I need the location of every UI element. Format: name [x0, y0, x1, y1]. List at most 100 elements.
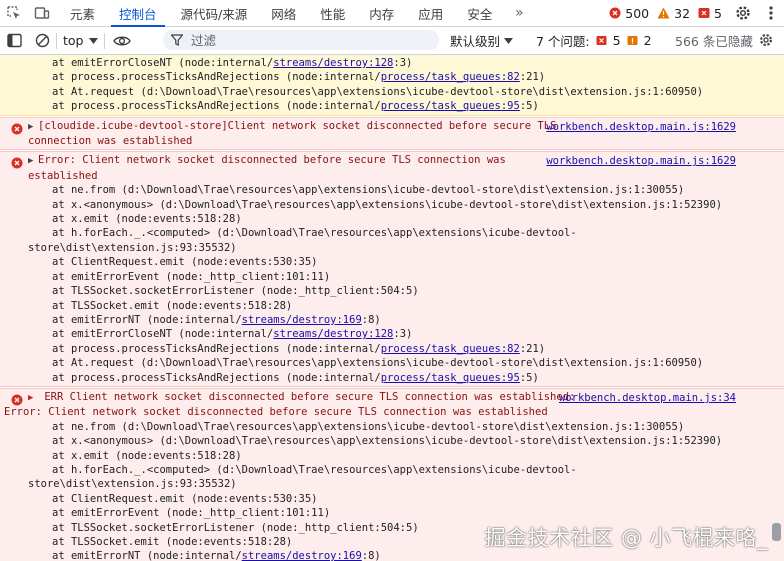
- watermark: 掘金技术社区 @ 小飞棍来咯_: [484, 525, 768, 550]
- stack-frame: at emitErrorCloseNT (node:internal/strea…: [28, 327, 728, 341]
- stack-frame-link[interactable]: process/task_queues:95: [381, 372, 520, 384]
- stack-frame: at h.forEach._.<computed> (d:\Download\T…: [28, 463, 728, 477]
- stack-frame-text: at emitErrorEvent (node:_http_client:101…: [52, 270, 331, 283]
- message-line: Error: Client network socket disconnecte…: [4, 406, 548, 419]
- expand-triangle-icon[interactable]: ▶: [28, 391, 38, 405]
- tab-6[interactable]: 应用: [406, 0, 455, 26]
- console-output[interactable]: at emitErrorCloseNT (node:internal/strea…: [0, 55, 784, 561]
- stack-frame-link[interactable]: streams/destroy:169: [242, 550, 362, 561]
- expand-triangle-icon[interactable]: ▶: [28, 120, 38, 134]
- message-line: established: [28, 169, 98, 182]
- stack-frame-text: at TLSSocket.socketErrorListener (node:_…: [52, 285, 419, 298]
- warnings-count: 32: [674, 5, 691, 21]
- stack-frame-suffix: :21): [519, 342, 546, 355]
- issues-errors-count: 5: [612, 33, 621, 48]
- error-icon: [609, 7, 621, 19]
- tab-2[interactable]: 源代码/来源: [169, 0, 260, 26]
- stack-frame: at x.<anonymous> (d:\Download\Trae\resou…: [28, 434, 728, 448]
- stack-frame-text: store\dist\extension.js:93:35532): [28, 478, 237, 491]
- source-link[interactable]: workbench.desktop.main.js:1629: [546, 154, 736, 168]
- stack-frame-text: at ClientRequest.emit (node:events:530:3…: [52, 492, 318, 505]
- issues-button[interactable]: 7 个问题: 5 2: [536, 27, 652, 54]
- message-line: connection was established: [28, 135, 193, 148]
- expand-triangle-icon[interactable]: ▶: [28, 154, 38, 168]
- devtools-tab-bar: 元素 控制台 源代码/来源 网络 性能 内存 应用 安全 » 500 32 5: [0, 0, 784, 27]
- console-settings-gear-icon[interactable]: [758, 32, 774, 51]
- stack-frame-text: at x.<anonymous> (d:\Download\Trae\resou…: [52, 198, 723, 211]
- issue-error-icon: [596, 36, 607, 45]
- stack-frame-link[interactable]: streams/destroy:169: [242, 314, 362, 326]
- stack-frame-text: at TLSSocket.emit (node:events:518:28): [52, 299, 293, 312]
- issue-warning-icon: [627, 36, 638, 45]
- clear-console-icon[interactable]: [28, 27, 56, 54]
- stack-frame-link[interactable]: process/task_queues:82: [381, 71, 520, 83]
- chevron-down-icon: [89, 37, 99, 44]
- stack-frame: at ClientRequest.emit (node:events:530:3…: [28, 492, 728, 506]
- scrollbar-thumb[interactable]: [772, 523, 781, 541]
- stack-frame: store\dist\extension.js:93:35532): [28, 241, 728, 255]
- stack-frame-suffix: :21): [519, 71, 546, 84]
- console-error-message[interactable]: workbench.desktop.main.js:1629 ▶ Error: C…: [0, 151, 784, 387]
- stack-frame-text: at At.request (d:\Download\Trae\resource…: [52, 357, 704, 370]
- source-link[interactable]: workbench.desktop.main.js:1629: [546, 120, 736, 134]
- stack-frame: at emitErrorNT (node:internal/streams/de…: [28, 313, 728, 327]
- stack-frame-link[interactable]: process/task_queues:82: [381, 343, 520, 355]
- stack-frame: at process.processTicksAndRejections (no…: [28, 70, 728, 84]
- source-link[interactable]: workbench.desktop.main.js:34: [559, 391, 736, 405]
- stack-frame: at At.request (d:\Download\Trae\resource…: [28, 356, 728, 370]
- chevron-down-icon: [504, 37, 514, 44]
- stack-frame: at emitErrorEvent (node:_http_client:101…: [28, 270, 728, 284]
- stack-frame: at process.processTicksAndRejections (no…: [28, 342, 728, 356]
- console-error-message[interactable]: workbench.desktop.main.js:1629 ▶ [cloudid…: [0, 116, 784, 151]
- filter-icon: [171, 34, 183, 46]
- stack-frame: at process.processTicksAndRejections (no…: [28, 99, 728, 113]
- tab-0[interactable]: 元素: [58, 0, 107, 26]
- stack-frame-text: at process.processTicksAndRejections (no…: [52, 71, 381, 84]
- stack-frame-suffix: :5): [519, 371, 539, 384]
- warnings-counter[interactable]: 32: [657, 6, 690, 21]
- filter-input[interactable]: [189, 31, 413, 49]
- message-line: ERR Client network socket disconnected b…: [44, 390, 576, 403]
- errors-counter[interactable]: 500: [609, 6, 649, 21]
- inspect-element-icon[interactable]: [0, 0, 28, 26]
- stack-frame-link[interactable]: streams/destroy:128: [273, 57, 393, 69]
- stack-frame-text: at emitErrorEvent (node:_http_client:101…: [52, 507, 331, 520]
- device-toolbar-icon[interactable]: [28, 0, 56, 26]
- error-icon: [11, 157, 23, 173]
- message-line: Error: Client network socket disconnecte…: [38, 154, 506, 167]
- stack-frame-text: at process.processTicksAndRejections (no…: [52, 342, 381, 355]
- tab-4[interactable]: 性能: [308, 0, 357, 26]
- stack-frame-text: at h.forEach._.<computed> (d:\Download\T…: [52, 227, 577, 240]
- issues-count: 5: [714, 5, 722, 21]
- console-counts[interactable]: 500 32 5: [609, 0, 722, 26]
- sidebar-toggle-icon[interactable]: [0, 27, 28, 54]
- warning-message-tail: at emitErrorCloseNT (node:internal/strea…: [0, 55, 784, 116]
- hidden-messages-count: 566 条已隐藏: [675, 34, 753, 49]
- more-tabs-button[interactable]: »: [504, 5, 534, 21]
- stack-frame-text: at TLSSocket.emit (node:events:518:28): [52, 536, 293, 548]
- stack-frame-text: at x.emit (node:events:518:28): [52, 213, 242, 226]
- stack-frame-link[interactable]: streams/destroy:128: [273, 328, 393, 340]
- more-options-icon[interactable]: [768, 4, 774, 25]
- stack-frame: at ne.from (d:\Download\Trae\resources\a…: [28, 183, 728, 197]
- stack-frame-link[interactable]: process/task_queues:95: [381, 100, 520, 112]
- stack-frame: at process.processTicksAndRejections (no…: [28, 371, 728, 385]
- live-expression-eye-icon[interactable]: [105, 35, 139, 47]
- tab-5[interactable]: 内存: [357, 0, 406, 26]
- stack-frame-text: at process.processTicksAndRejections (no…: [52, 100, 381, 113]
- stack-frame-text: at emitErrorNT (node:internal/: [52, 313, 242, 326]
- stack-frame: at TLSSocket.socketErrorListener (node:_…: [28, 284, 728, 298]
- levels-label: 默认级别: [450, 34, 501, 49]
- stack-frame-suffix: :8): [361, 550, 381, 561]
- panel-tabs: 元素 控制台 源代码/来源 网络 性能 内存 应用 安全: [58, 0, 504, 27]
- issues-warnings-count: 2: [643, 33, 652, 48]
- tab-1[interactable]: 控制台: [107, 0, 169, 27]
- log-levels-dropdown[interactable]: 默认级别: [450, 27, 514, 54]
- tab-3[interactable]: 网络: [259, 0, 308, 26]
- issues-counter[interactable]: 5: [698, 6, 722, 21]
- stack-frame: at x.<anonymous> (d:\Download\Trae\resou…: [28, 198, 728, 212]
- settings-gear-icon[interactable]: [734, 4, 752, 25]
- stack-frame-text: at TLSSocket.socketErrorListener (node:_…: [52, 521, 419, 534]
- context-selector[interactable]: top: [57, 33, 104, 48]
- tab-7[interactable]: 安全: [455, 0, 504, 26]
